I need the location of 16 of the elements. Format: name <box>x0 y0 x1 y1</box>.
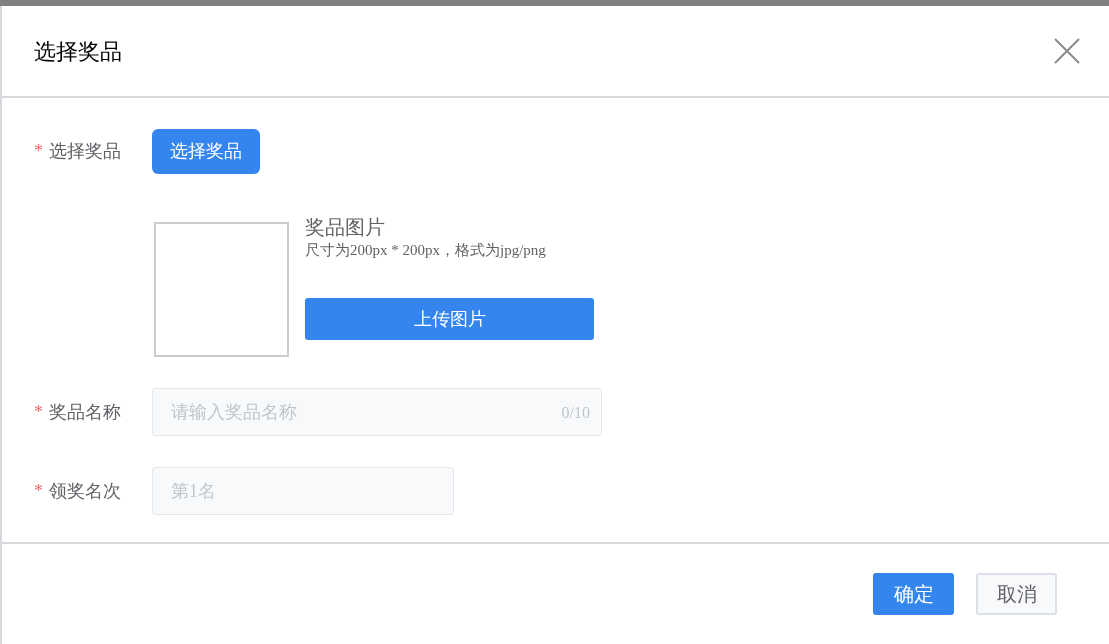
text-field[interactable]: 第1名 <box>152 467 454 515</box>
confirm-button[interactable]: 确定 <box>873 573 954 615</box>
required-asterisk: * <box>34 140 43 163</box>
upload-button[interactable]: 上传图片 <box>305 298 594 340</box>
required-asterisk: * <box>34 400 43 424</box>
character-counter: 0/10 <box>561 403 590 423</box>
close-icon[interactable] <box>1053 37 1081 65</box>
required-asterisk: * <box>34 479 43 503</box>
choose-prize-button[interactable]: 选择奖品 <box>152 129 260 174</box>
cancel-button[interactable]: 取消 <box>976 573 1057 615</box>
field-label: 领奖名次 <box>49 479 121 503</box>
field-label: 奖品名称 <box>49 400 121 424</box>
upload-hint: 尺寸为200px * 200px，格式为jpg/png <box>305 241 547 260</box>
dialog-title: 选择奖品 <box>34 37 122 66</box>
upload-title: 奖品图片 <box>305 215 386 240</box>
field-label: 选择奖品 <box>49 140 121 163</box>
